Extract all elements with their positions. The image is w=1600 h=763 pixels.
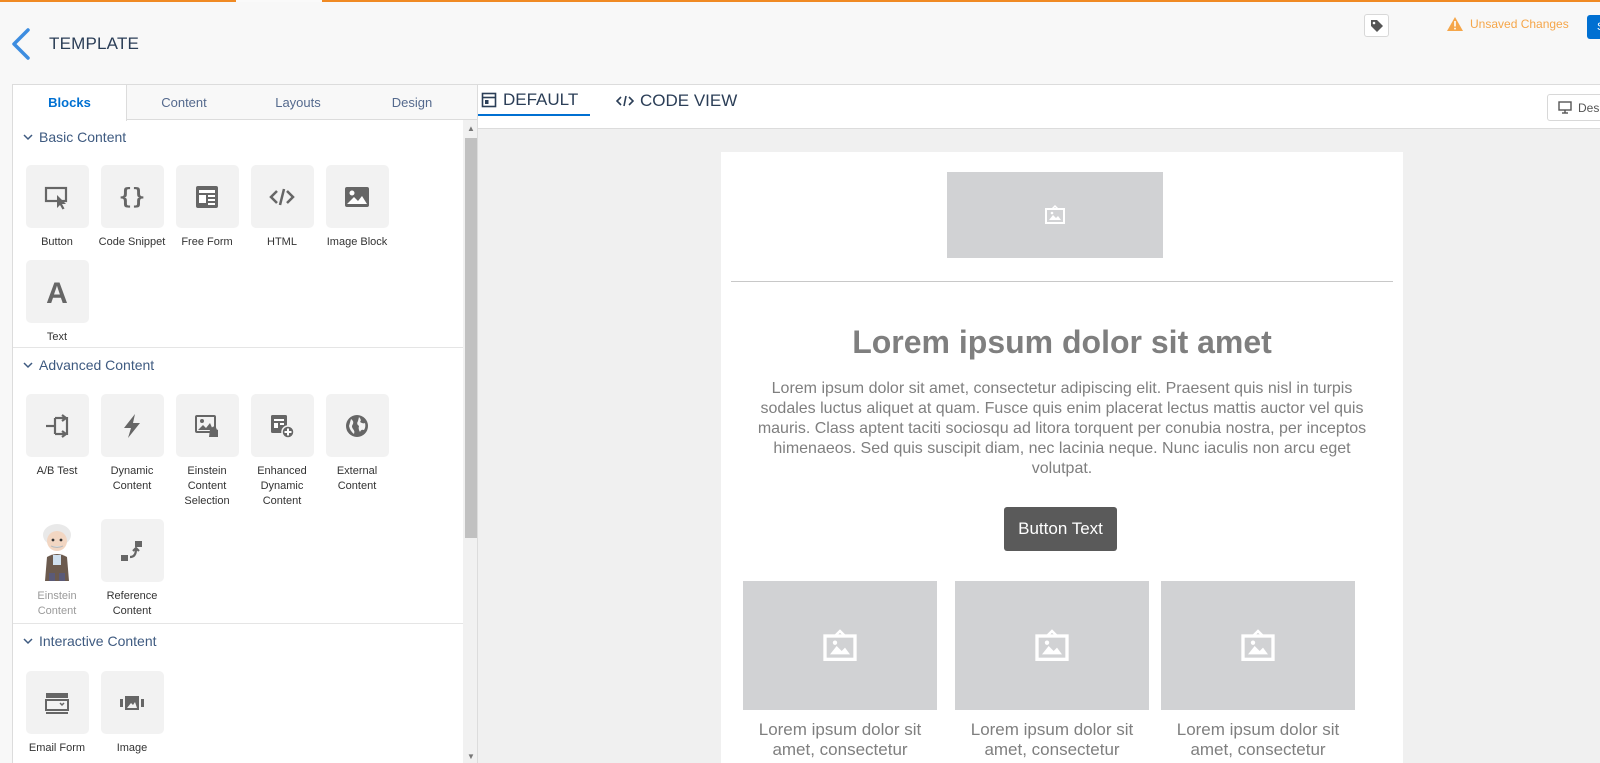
enhanced-dynamic-icon [271, 414, 295, 439]
tag-button[interactable] [1364, 14, 1389, 37]
section-header-basic[interactable]: Basic Content [23, 120, 126, 154]
column-text-2[interactable]: Lorem ipsum dolor sit amet, consectetur [952, 720, 1152, 760]
scroll-thumb[interactable] [465, 138, 477, 538]
block-code-snippet[interactable]: {} Code Snippet [92, 165, 172, 250]
globe-icon [346, 414, 368, 437]
tag-icon [1370, 19, 1383, 32]
block-html[interactable]: HTML [242, 165, 322, 250]
page-header: TEMPLATE Unsaved Changes S [0, 2, 1600, 84]
layout-icon [481, 92, 497, 107]
column-text-3[interactable]: Lorem ipsum dolor sit amet, consectetur [1158, 720, 1358, 760]
svg-text:A: A [46, 278, 68, 306]
email-cta-button[interactable]: Button Text [1004, 507, 1117, 551]
block-ab-test[interactable]: A/B Test [17, 394, 97, 479]
tab-blocks[interactable]: Blocks [13, 85, 127, 121]
section-interactive-content: Interactive Content Email Form Image [13, 624, 463, 763]
block-free-form[interactable]: Free Form [167, 165, 247, 250]
image-placeholder-icon [823, 628, 857, 661]
einstein-avatar-icon [43, 524, 71, 581]
email-canvas: Lorem ipsum dolor sit amet Lorem ipsum d… [478, 129, 1600, 763]
block-external-content[interactable]: External Content [317, 394, 397, 494]
desktop-icon [1558, 101, 1572, 114]
tab-default-view[interactable]: DEFAULT [478, 85, 591, 116]
header-image-placeholder[interactable] [947, 172, 1163, 258]
unsaved-label: Unsaved Changes [1470, 17, 1569, 31]
block-einstein-content[interactable]: Einstein Content [17, 519, 97, 619]
column-text-1[interactable]: Lorem ipsum dolor sit amet, consectetur [740, 720, 940, 760]
email-form-icon [45, 692, 69, 714]
image-placeholder-icon [1241, 628, 1275, 661]
view-toolbar: DEFAULT CODE VIEW Des [478, 84, 1600, 129]
tab-design[interactable]: Design [355, 85, 469, 120]
html-code-icon [269, 188, 295, 205]
warning-icon [1447, 17, 1463, 31]
free-form-icon [196, 185, 218, 208]
page-title: TEMPLATE [49, 34, 140, 53]
scroll-down-arrow[interactable]: ▼ [463, 748, 477, 763]
lightning-icon [124, 413, 140, 438]
code-braces-icon: {} [119, 185, 146, 210]
ab-test-icon [46, 413, 69, 438]
panel-tabs: Blocks Content Layouts Design [13, 85, 477, 121]
chevron-down-icon [23, 362, 33, 369]
reference-icon [121, 540, 142, 561]
svg-text:{}: {} [119, 185, 146, 210]
blocks-scroll-area: Basic Content Button {} Code Snippet Fre… [13, 120, 463, 763]
block-enhanced-dynamic-content[interactable]: Enhanced Dynamic Content [242, 394, 322, 509]
blocks-panel: Blocks Content Layouts Design Basic Cont… [12, 84, 478, 763]
email-divider [731, 281, 1393, 282]
chevron-down-icon [23, 134, 33, 141]
image-carousel-icon [120, 695, 144, 710]
block-button[interactable]: Button [17, 165, 97, 250]
device-preview-button[interactable]: Des [1547, 94, 1600, 121]
panel-scrollbar[interactable]: ▲ ▼ [463, 120, 477, 763]
email-body-text[interactable]: Lorem ipsum dolor sit amet, consectetur … [746, 379, 1378, 479]
text-a-icon: A [46, 278, 68, 306]
section-basic-content: Basic Content Button {} Code Snippet Fre… [13, 120, 463, 348]
image-icon [345, 186, 369, 207]
save-button[interactable]: S [1587, 15, 1600, 39]
tab-code-view[interactable]: CODE VIEW [616, 85, 737, 116]
image-placeholder-icon [1035, 628, 1069, 661]
email-heading[interactable]: Lorem ipsum dolor sit amet [721, 324, 1403, 361]
block-email-form[interactable]: Email Form [17, 671, 97, 756]
email-preview[interactable]: Lorem ipsum dolor sit amet Lorem ipsum d… [721, 152, 1403, 763]
back-button[interactable] [8, 24, 34, 64]
column-image-placeholder-3[interactable] [1161, 581, 1355, 710]
unsaved-indicator: Unsaved Changes [1446, 16, 1569, 32]
einstein-selection-icon [195, 414, 218, 437]
section-header-interactive[interactable]: Interactive Content [23, 624, 157, 658]
block-text[interactable]: A Text [17, 260, 97, 345]
tab-content[interactable]: Content [127, 85, 241, 120]
image-placeholder-icon [1045, 204, 1065, 224]
block-reference-content[interactable]: Reference Content [92, 519, 172, 619]
section-advanced-content: Advanced Content A/B Test Dynamic Conten… [13, 348, 463, 624]
block-image[interactable]: Image Block [317, 165, 397, 250]
code-icon [616, 95, 634, 106]
chevron-down-icon [23, 638, 33, 645]
tab-layouts[interactable]: Layouts [241, 85, 355, 120]
column-image-placeholder-1[interactable] [743, 581, 937, 710]
section-header-advanced[interactable]: Advanced Content [23, 348, 154, 382]
block-einstein-content-selection[interactable]: Einstein Content Selection [167, 394, 247, 509]
column-image-placeholder-2[interactable] [955, 581, 1149, 710]
block-dynamic-content[interactable]: Dynamic Content [92, 394, 172, 494]
block-image-carousel[interactable]: Image [92, 671, 172, 756]
chevron-left-icon [12, 28, 30, 60]
button-cursor-icon [44, 186, 68, 209]
scroll-up-arrow[interactable]: ▲ [463, 120, 477, 136]
